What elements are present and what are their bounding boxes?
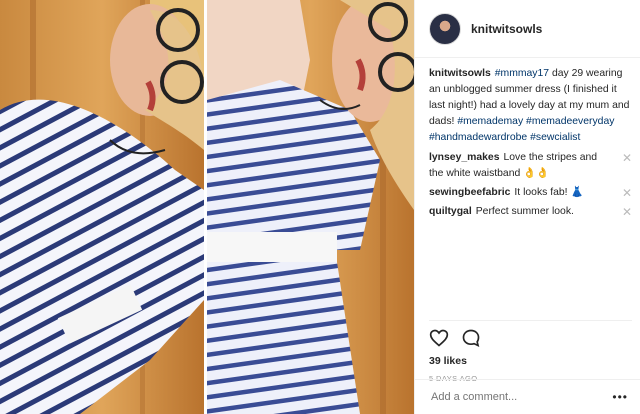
hashtag[interactable]: #handmadewardrobe — [429, 132, 527, 143]
hashtag[interactable]: #mmmay17 — [495, 68, 549, 79]
hashtag[interactable]: #memademay — [457, 116, 523, 127]
post-sidebar: knitwitsowls knitwitsowls #mmmay17 day 29… — [414, 0, 640, 414]
hashtag[interactable]: #memadeeveryday — [526, 116, 614, 127]
comment-text: Perfect summer look. — [475, 206, 574, 217]
action-icons — [429, 327, 632, 353]
comment-username[interactable]: sewingbeefabric — [429, 187, 510, 198]
post-photo[interactable] — [0, 0, 414, 414]
avatar[interactable] — [429, 12, 461, 45]
comment-text: It looks fab! 👗 — [514, 187, 584, 198]
close-icon[interactable]: ✕ — [622, 185, 632, 201]
hashtag[interactable]: #sewcialist — [530, 132, 580, 143]
instagram-post: knitwitsowls knitwitsowls #mmmay17 day 29… — [0, 0, 640, 414]
more-options-icon[interactable]: ••• — [612, 390, 628, 404]
close-icon[interactable]: ✕ — [622, 150, 632, 166]
add-comment-input[interactable] — [429, 390, 613, 404]
post-header: knitwitsowls — [415, 0, 640, 58]
caption-username[interactable]: knitwitsowls — [429, 68, 491, 79]
comment-bubble-icon[interactable] — [461, 328, 481, 353]
heart-icon[interactable] — [429, 328, 449, 353]
add-comment-bar: ••• — [415, 379, 640, 414]
comment: quiltygal Perfect summer look. ✕ — [429, 204, 632, 220]
photo-collage — [0, 0, 414, 414]
comment: lynsey_makes Love the stripes and the whi… — [429, 150, 632, 182]
comments-section: knitwitsowls #mmmay17 day 29 wearing an u… — [429, 66, 632, 223]
comment-username[interactable]: quiltygal — [429, 206, 472, 217]
action-bar: 39 likes 5 DAYS AGO — [429, 320, 632, 383]
comment: sewingbeefabric It looks fab! 👗 ✕ — [429, 185, 632, 201]
close-icon[interactable]: ✕ — [622, 204, 632, 220]
comment-username[interactable]: lynsey_makes — [429, 152, 499, 163]
caption: knitwitsowls #mmmay17 day 29 wearing an u… — [429, 66, 632, 146]
likes-count[interactable]: 39 likes — [429, 355, 632, 367]
header-username[interactable]: knitwitsowls — [471, 22, 542, 36]
